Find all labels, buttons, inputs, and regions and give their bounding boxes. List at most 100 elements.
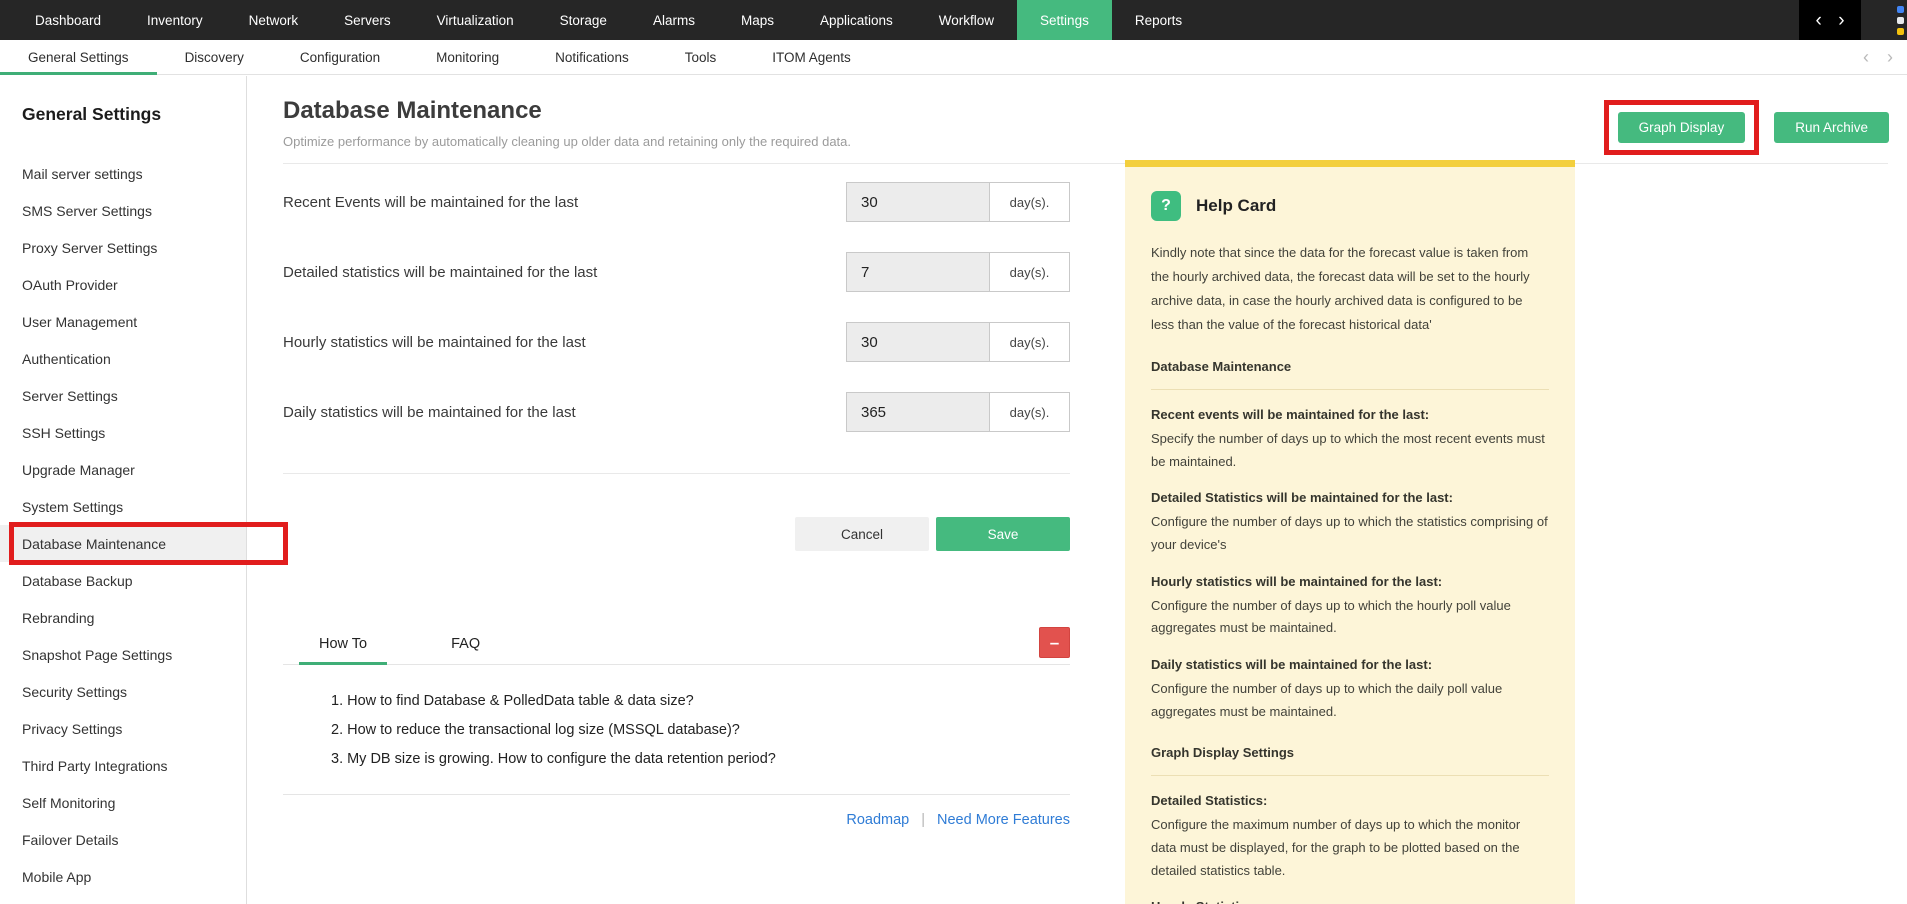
help-entry-graph-detailed-statistics: Detailed Statistics: Configure the maxim… (1151, 791, 1549, 882)
tab-faq[interactable]: FAQ (431, 636, 500, 664)
sidebar-item-snapshot-page-settings[interactable]: Snapshot Page Settings (0, 636, 246, 673)
hourly-statistics-days-input[interactable] (846, 322, 990, 362)
help-card-title: Help Card (1196, 196, 1277, 215)
topnav-scroll-arrows: ‹ › (1799, 0, 1861, 40)
nav-item-servers[interactable]: Servers (321, 0, 414, 40)
chevron-right-icon[interactable]: › (1887, 47, 1893, 68)
sidebar-item-failover-details[interactable]: Failover Details (0, 821, 246, 858)
chevron-left-icon[interactable]: ‹ (1815, 11, 1821, 30)
nav-item-settings[interactable]: Settings (1017, 0, 1112, 40)
recent-events-days-input[interactable] (846, 182, 990, 222)
how-to-question-2[interactable]: 2. How to reduce the transactional log si… (331, 722, 1070, 738)
sidebar-item-server-settings[interactable]: Server Settings (0, 377, 246, 414)
nav-item-alarms[interactable]: Alarms (630, 0, 718, 40)
help-card-divider (1151, 389, 1549, 391)
minus-icon: – (1049, 632, 1060, 652)
top-navigation-bar: Dashboard Inventory Network Servers Virt… (0, 0, 1907, 40)
sidebar-title: General Settings (22, 104, 162, 124)
need-more-features-link[interactable]: Need More Features (937, 812, 1070, 828)
page-action-buttons: Graph Display Run Archive (1603, 100, 1889, 155)
days-unit-label: day(s). (990, 392, 1070, 432)
retention-settings-form: Recent Events will be maintained for the… (283, 182, 1070, 828)
chevron-left-icon[interactable]: ‹ (1863, 47, 1869, 68)
database-maintenance-content: Database Maintenance Optimize performanc… (248, 76, 1907, 904)
subnav-item-general-settings[interactable]: General Settings (0, 40, 157, 75)
help-entry-daily-statistics: Daily statistics will be maintained for … (1151, 655, 1549, 723)
help-entry-graph-hourly-statistics: Hourly Statistics: Configure the maximum… (1151, 897, 1549, 904)
run-archive-button[interactable]: Run Archive (1774, 112, 1889, 143)
sidebar-item-label: Database Maintenance (22, 535, 166, 552)
help-card-divider (1151, 775, 1549, 777)
how-to-question-3[interactable]: 3. My DB size is growing. How to configur… (331, 751, 1070, 767)
nav-item-storage[interactable]: Storage (537, 0, 630, 40)
sidebar-item-system-settings[interactable]: System Settings (0, 488, 246, 525)
sidebar-item-security-settings[interactable]: Security Settings (0, 673, 246, 710)
nav-item-maps[interactable]: Maps (718, 0, 797, 40)
nav-item-network[interactable]: Network (226, 0, 322, 40)
nav-item-reports[interactable]: Reports (1112, 0, 1205, 40)
nav-item-workflow[interactable]: Workflow (916, 0, 1017, 40)
help-tabs-section: How To FAQ – 1. How to find Database & Po… (283, 625, 1070, 828)
help-card-note: Kindly note that since the data for the … (1151, 245, 1530, 333)
help-card: ? Help Card Kindly note that since the d… (1125, 160, 1575, 904)
graph-display-button[interactable]: Graph Display (1617, 112, 1746, 143)
subnav-item-tools[interactable]: Tools (657, 40, 745, 74)
sidebar-item-sms-server-settings[interactable]: SMS Server Settings (0, 192, 246, 229)
sidebar-item-proxy-server-settings[interactable]: Proxy Server Settings (0, 229, 246, 266)
form-row-daily-statistics: Daily statistics will be maintained for … (283, 392, 1070, 432)
sidebar-item-database-maintenance[interactable]: Database Maintenance (0, 522, 288, 565)
sidebar-item-rebranding[interactable]: Rebranding (0, 599, 246, 636)
question-number: 1. (331, 693, 344, 709)
tab-how-to[interactable]: How To (299, 636, 388, 665)
sidebar-item-third-party-integrations[interactable]: Third Party Integrations (0, 747, 246, 784)
subnav-item-notifications[interactable]: Notifications (527, 40, 657, 74)
subnav-item-configuration[interactable]: Configuration (272, 40, 408, 74)
sidebar-item-authentication[interactable]: Authentication (0, 340, 246, 377)
sidebar-item-privacy-settings[interactable]: Privacy Settings (0, 710, 246, 747)
sidebar-item-ssh-settings[interactable]: SSH Settings (0, 414, 246, 451)
field-label: Hourly statistics will be maintained for… (283, 333, 586, 351)
help-card-header: ? Help Card (1151, 191, 1549, 221)
sidebar-item-mobile-app[interactable]: Mobile App (0, 858, 246, 895)
help-entry-title: Daily statistics will be maintained for … (1151, 657, 1433, 673)
sidebar-item-user-management[interactable]: User Management (0, 303, 246, 340)
sidebar-item-mail-server-settings[interactable]: Mail server settings (0, 155, 246, 192)
detailed-statistics-days-input[interactable] (846, 252, 990, 292)
partial-browser-icon (1897, 6, 1904, 35)
subnav-item-itom-agents[interactable]: ITOM Agents (744, 40, 879, 74)
form-row-detailed-statistics: Detailed statistics will be maintained f… (283, 252, 1070, 292)
sidebar-item-oauth-provider[interactable]: OAuth Provider (0, 266, 246, 303)
help-entry-body: Configure the number of days up to which… (1151, 514, 1548, 553)
general-settings-sidebar: General Settings Mail server settings SM… (0, 76, 288, 904)
form-divider (283, 473, 1070, 474)
subnav-item-monitoring[interactable]: Monitoring (408, 40, 527, 74)
subnav-item-discovery[interactable]: Discovery (157, 40, 272, 74)
sidebar-item-database-backup[interactable]: Database Backup (0, 562, 246, 599)
field-label: Recent Events will be maintained for the… (283, 193, 579, 211)
sidebar-item-upgrade-manager[interactable]: Upgrade Manager (0, 451, 246, 488)
collapse-section-button[interactable]: – (1039, 627, 1070, 658)
days-unit-label: day(s). (990, 252, 1070, 292)
sidebar-item-self-monitoring[interactable]: Self Monitoring (0, 784, 246, 821)
help-entry-title: Recent events will be maintained for the… (1151, 407, 1430, 423)
roadmap-link[interactable]: Roadmap (846, 812, 909, 828)
link-separator: | (921, 812, 926, 828)
chevron-right-icon[interactable]: › (1838, 11, 1844, 30)
footer-links: Roadmap | Need More Features (283, 812, 1070, 828)
nav-item-inventory[interactable]: Inventory (124, 0, 226, 40)
daily-statistics-days-input[interactable] (846, 392, 990, 432)
help-entry-detailed-statistics: Detailed Statistics will be maintained f… (1151, 488, 1549, 556)
save-button[interactable]: Save (936, 517, 1070, 551)
help-entry-body: Specify the number of days up to which t… (1151, 430, 1545, 469)
question-number: 3. (331, 751, 344, 767)
how-to-question-1[interactable]: 1. How to find Database & PolledData tabl… (331, 693, 1070, 709)
help-section-graph-display-settings: Graph Display Settings (1151, 745, 1295, 761)
nav-item-virtualization[interactable]: Virtualization (414, 0, 537, 40)
nav-item-dashboard[interactable]: Dashboard (12, 0, 124, 40)
nav-item-applications[interactable]: Applications (797, 0, 916, 40)
cancel-button[interactable]: Cancel (795, 517, 929, 551)
help-entry-title: Detailed Statistics will be maintained f… (1151, 490, 1453, 506)
help-entry-title: Hourly statistics will be maintained for… (1151, 573, 1443, 589)
days-unit-label: day(s). (990, 322, 1070, 362)
how-to-question-list: 1. How to find Database & PolledData tabl… (283, 693, 1070, 767)
